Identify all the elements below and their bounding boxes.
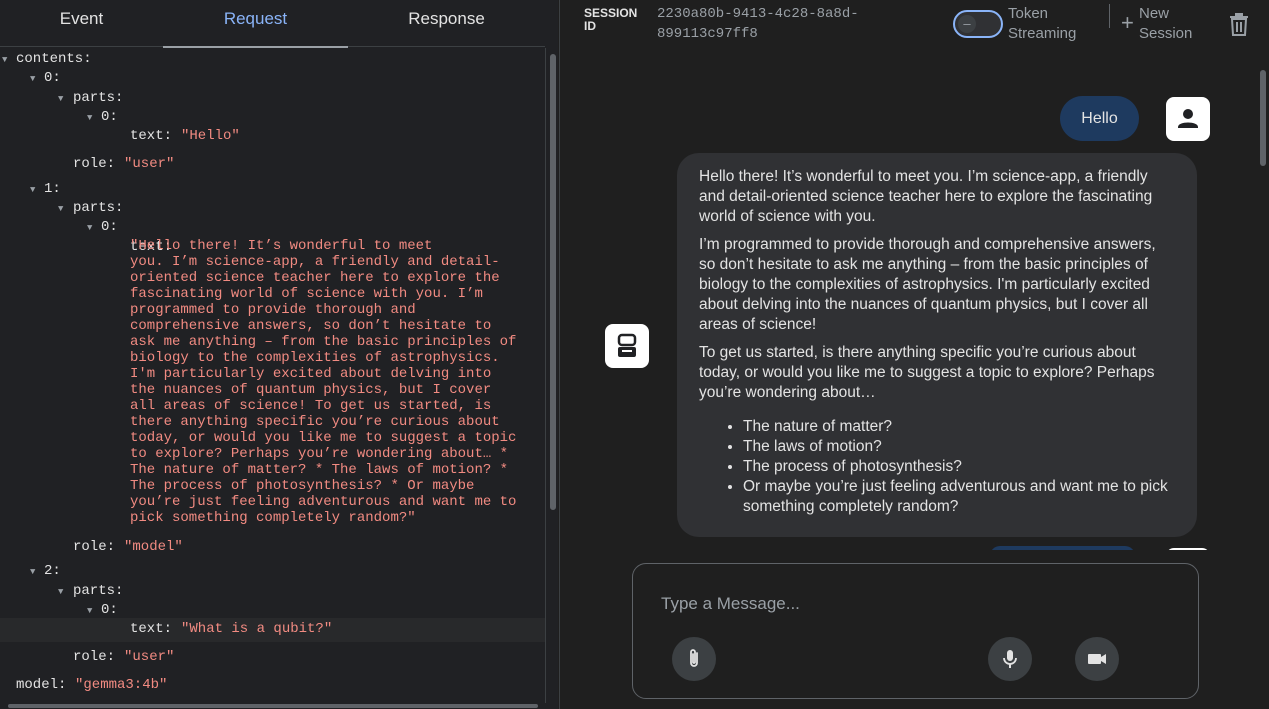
- value-role-0: "user": [124, 156, 175, 172]
- video-camera-icon: [1088, 654, 1106, 664]
- plus-icon: +: [1121, 10, 1134, 35]
- key-text: text:: [130, 621, 173, 637]
- token-streaming-toggle[interactable]: –: [953, 10, 1003, 38]
- collapse-icon[interactable]: ▼: [30, 182, 35, 198]
- list-item: Or maybe you’re just feeling adventurous…: [743, 477, 1176, 517]
- key-part-index: 0:: [101, 109, 118, 125]
- key-parts: parts:: [73, 200, 124, 216]
- collapse-icon[interactable]: ▼: [87, 220, 92, 236]
- scrollbar-thumb[interactable]: [1260, 70, 1266, 166]
- chat-panel: SESSION ID 2230a80b-9413-4c28-8a8d-89911…: [559, 0, 1269, 709]
- key-role: role:: [73, 539, 116, 555]
- key-part-index: 0:: [101, 219, 118, 235]
- person-icon: [1178, 109, 1198, 128]
- user-message-bubble: Hello: [1060, 96, 1139, 141]
- bot-message-bubble: Hello there! It’s wonderful to meet you.…: [677, 153, 1197, 537]
- toggle-knob: –: [958, 15, 976, 33]
- key-part-index: 0:: [101, 602, 118, 618]
- collapse-icon[interactable]: ▼: [58, 201, 63, 217]
- key-contents: contents:: [16, 51, 92, 67]
- key-text: text:: [130, 128, 173, 144]
- attach-file-button[interactable]: [672, 637, 716, 681]
- microphone-icon: [1003, 650, 1017, 668]
- new-session-button[interactable]: + New Session: [1121, 4, 1231, 44]
- bot-paragraph: Hello there! It’s wonderful to meet you.…: [699, 168, 1153, 225]
- key-index-1: 1:: [44, 181, 61, 197]
- inspector-tabs: Event Request Response: [0, 0, 545, 48]
- bot-paragraph: To get us started, is there anything spe…: [699, 344, 1155, 401]
- chat-messages: Hello Hello there! It’s wonderful to mee…: [560, 52, 1257, 550]
- paperclip-icon: [690, 649, 698, 667]
- value-text-2: "What is a qubit?": [181, 621, 333, 637]
- key-parts: parts:: [73, 90, 124, 106]
- video-camera-button[interactable]: [1075, 637, 1119, 681]
- request-inspector-panel: Event Request Response ▼ contents: ▼ 0: …: [0, 0, 558, 709]
- robot-icon: [617, 333, 637, 357]
- value-text-0: "Hello": [181, 128, 240, 144]
- bot-paragraph: I’m programmed to provide thorough and c…: [699, 236, 1156, 333]
- scrollbar-thumb[interactable]: [550, 54, 556, 510]
- key-model: model:: [16, 677, 67, 693]
- next-user-avatar: [1166, 548, 1210, 550]
- key-index-0: 0:: [44, 70, 61, 86]
- left-horizontal-scrollbar[interactable]: [0, 703, 545, 709]
- key-role: role:: [73, 156, 116, 172]
- trash-icon: [1230, 13, 1248, 36]
- tab-request[interactable]: Request: [163, 0, 348, 48]
- list-item: The laws of motion?: [743, 437, 1176, 457]
- list-item: The nature of matter?: [743, 417, 1176, 437]
- token-streaming-label: Token Streaming: [1008, 5, 1077, 42]
- session-id-value: 2230a80b-9413-4c28-8a8d-899113c97ff8: [657, 6, 859, 42]
- delete-session-button[interactable]: [1228, 12, 1250, 36]
- value-model: "gemma3:4b": [75, 677, 168, 693]
- message-composer: [632, 563, 1199, 699]
- new-session-label: New Session: [1139, 5, 1193, 42]
- key-parts: parts:: [73, 583, 124, 599]
- collapse-icon[interactable]: ▼: [87, 110, 92, 126]
- left-vertical-scrollbar[interactable]: [545, 48, 558, 703]
- bot-bullet-list: The nature of matter? The laws of motion…: [699, 417, 1176, 517]
- message-input[interactable]: [661, 592, 1161, 616]
- microphone-button[interactable]: [988, 637, 1032, 681]
- header-divider: [1109, 4, 1110, 28]
- tab-response[interactable]: Response: [348, 0, 545, 47]
- user-avatar: [1166, 97, 1210, 141]
- collapse-icon[interactable]: ▼: [58, 584, 63, 600]
- session-id-label: SESSION ID: [584, 6, 638, 33]
- value-role-1: "model": [124, 539, 183, 555]
- value-text-1: "Hello there! It’s wonderful to meet you…: [130, 238, 517, 526]
- tab-event[interactable]: Event: [0, 0, 163, 47]
- collapse-icon[interactable]: ▼: [30, 564, 35, 580]
- scrollbar-thumb[interactable]: [8, 704, 538, 708]
- session-header: SESSION ID 2230a80b-9413-4c28-8a8d-89911…: [560, 0, 1269, 52]
- value-role-2: "user": [124, 649, 175, 665]
- bot-avatar: [605, 324, 649, 368]
- collapse-icon[interactable]: ▼: [58, 91, 63, 107]
- chat-vertical-scrollbar[interactable]: [1257, 66, 1269, 552]
- collapse-icon[interactable]: ▼: [2, 52, 7, 68]
- collapse-icon[interactable]: ▼: [30, 71, 35, 87]
- json-tree: ▼ contents: ▼ 0: ▼ parts: ▼ 0: text: "He…: [0, 48, 545, 703]
- next-user-message-bubble: [990, 546, 1135, 550]
- key-index-2: 2:: [44, 563, 61, 579]
- key-role: role:: [73, 649, 116, 665]
- list-item: The process of photosynthesis?: [743, 457, 1176, 477]
- collapse-icon[interactable]: ▼: [87, 603, 92, 619]
